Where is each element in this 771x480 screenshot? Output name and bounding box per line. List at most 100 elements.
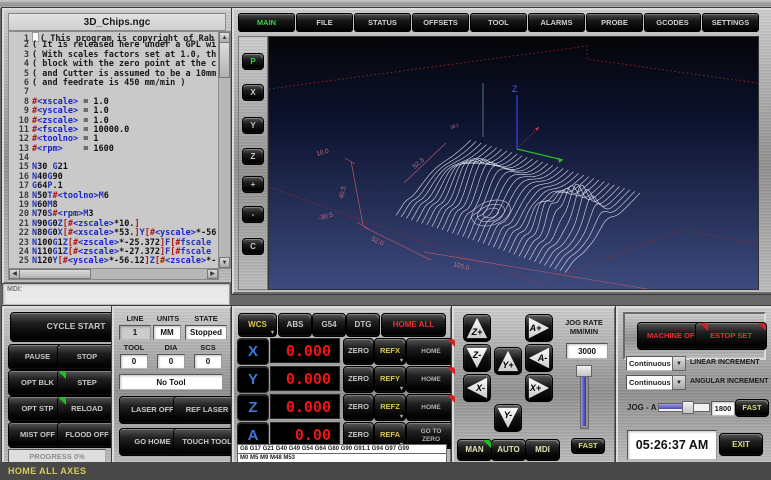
jog-y-minus-button[interactable]: Y- <box>494 404 522 432</box>
mode-man-button-label: MAN <box>465 445 483 454</box>
tab-offsets[interactable]: OFFSETS <box>412 13 469 32</box>
jog-fast-button[interactable]: FAST <box>571 438 605 454</box>
button-touch-tool[interactable]: TOUCH TOOL <box>173 428 241 456</box>
view-button-+[interactable]: + <box>242 176 264 193</box>
axis-button-y[interactable]: Y <box>237 366 269 393</box>
axis-button-z[interactable]: Z <box>237 394 269 421</box>
jog-a-minus-button[interactable]: A- <box>525 344 553 372</box>
fast-button[interactable]: FAST <box>735 399 769 417</box>
ref-x-button[interactable]: REFX▾ <box>374 338 406 365</box>
preview-panel: MAINFILESTATUSOFFSETSTOOLALARMSPROBEGCOD… <box>232 8 771 294</box>
jog-z-minusplus-button[interactable]: Z+ <box>463 314 491 342</box>
view-button-p[interactable]: P <box>242 53 264 70</box>
toolpath-preview[interactable]: 10.040.5-30.552.0105.052.338.1Z <box>268 36 759 290</box>
home-x-button-label: HOME <box>421 348 441 355</box>
gcode-editor[interactable]: 1( This program is copyright of Rab G2( … <box>8 31 219 269</box>
button-ref-laser-label: REF LASER <box>186 406 229 415</box>
zero-z-button[interactable]: ZERO <box>343 394 374 421</box>
tab-settings[interactable]: SETTINGS <box>702 13 759 32</box>
status-label-units: UNITS <box>154 314 182 322</box>
tab-status[interactable]: STATUS <box>354 13 411 32</box>
home-x-button[interactable]: HOME <box>406 338 456 365</box>
mode-man-button[interactable]: MAN <box>457 439 492 461</box>
tab-tool[interactable]: TOOL <box>470 13 527 32</box>
jog-a-slider-handle[interactable] <box>682 401 694 414</box>
home-z-button[interactable]: HOME <box>406 394 456 421</box>
dropdown-arrow-icon[interactable]: ▼ <box>672 375 686 390</box>
axis-button-x[interactable]: X <box>237 338 269 365</box>
zero-y-button-label: ZERO <box>348 375 369 384</box>
button-flood-off[interactable]: FLOOD OFF <box>57 422 117 448</box>
jog-x-minusplus-button[interactable]: X+ <box>525 374 553 402</box>
button-stop-label: STOP <box>77 353 97 362</box>
button-ref-laser[interactable]: REF LASER <box>173 396 241 424</box>
dro-header-g54[interactable]: G54 <box>312 313 346 337</box>
button-reload[interactable]: RELOAD <box>57 396 117 422</box>
code-line: 25N120Y[#<yscale>*-56.12]Z[#<zscale>*- <box>9 257 218 266</box>
jog-x-minus-button[interactable]: X- <box>463 374 491 402</box>
jog-a-input[interactable]: 1800 <box>711 401 735 416</box>
tab-probe[interactable]: PROBE <box>586 13 643 32</box>
code-line: 6( and feedrate is 450 mm/min ) <box>9 79 218 88</box>
dro-header-abs[interactable]: ABS <box>278 313 312 337</box>
view-button-c[interactable]: C <box>242 238 264 255</box>
dro-header-home-all[interactable]: HOME ALL <box>381 313 446 337</box>
zero-y-button[interactable]: ZERO <box>343 366 374 393</box>
angular-increment-select[interactable]: Continuous <box>626 375 676 390</box>
view-button-z[interactable]: Z <box>242 148 264 165</box>
view-button-y[interactable]: Y <box>242 117 264 134</box>
exit-button[interactable]: EXIT <box>719 433 763 456</box>
button-flood-off-label: FLOOD OFF <box>65 431 108 440</box>
dro-header-wcs[interactable]: WCS▾ <box>238 313 277 337</box>
ref-y-button[interactable]: REFY▾ <box>374 366 406 393</box>
editor-vscroll-thumb[interactable] <box>219 42 230 78</box>
jog-rate-input[interactable]: 3000 <box>566 343 608 359</box>
button-step[interactable]: STEP <box>57 370 117 396</box>
editor-vscrollbar[interactable]: ▲ ▼ <box>218 31 231 269</box>
jog-rate-slider-fill <box>581 376 586 426</box>
exit-button-label: EXIT <box>732 440 750 449</box>
view-button-+-label: + <box>251 180 256 189</box>
dro-value-x: 0.000 <box>270 338 340 363</box>
jog-rate-slider-handle[interactable] <box>576 365 592 377</box>
view-button-y-label: Y <box>250 121 255 130</box>
editor-hscrollbar[interactable]: ◀ ▶ <box>8 268 219 280</box>
dropdown-caret-icon: ▾ <box>400 358 403 364</box>
editor-hscroll-thumb[interactable] <box>19 269 91 279</box>
jog-a-label: JOG - A <box>627 403 657 411</box>
home-z-button-label: HOME <box>421 404 441 411</box>
button-stop[interactable]: STOP <box>57 344 117 370</box>
view-button-x[interactable]: X <box>242 84 264 101</box>
tool-name-display: No Tool <box>119 374 223 390</box>
mode-auto-button[interactable]: AUTO <box>491 439 526 461</box>
mdi-input[interactable]: MDI: <box>2 283 230 305</box>
button-opt-blk-label: OPT BLK <box>21 379 54 388</box>
tab-main[interactable]: MAIN <box>238 13 295 32</box>
button-touch-tool-label: TOUCH TOOL <box>182 438 231 447</box>
jog-a-minusplus-button[interactable]: A+ <box>525 314 553 342</box>
tab-gcodes[interactable]: GCODES <box>644 13 701 32</box>
jog-fast-button-label: FAST <box>578 442 597 451</box>
zero-x-button[interactable]: ZERO <box>343 338 374 365</box>
jog-z-minus-button[interactable]: Z- <box>463 344 491 372</box>
dro-header-g54-label: G54 <box>321 320 336 329</box>
home-y-button[interactable]: HOME <box>406 366 456 393</box>
view-button--[interactable]: - <box>242 206 264 223</box>
tab-alarms[interactable]: ALARMS <box>528 13 585 32</box>
linear-increment-select[interactable]: Continuous <box>626 356 676 371</box>
jog-y-minusplus-button[interactable]: Y+ <box>494 347 522 375</box>
angular-increment-label: ANGULAR INCREMENT <box>690 378 768 386</box>
mode-mdi-button[interactable]: MDI <box>525 439 560 461</box>
tab-file[interactable]: FILE <box>296 13 353 32</box>
dropdown-arrow-icon[interactable]: ▼ <box>672 356 686 371</box>
scroll-right-icon[interactable]: ▶ <box>207 269 218 279</box>
status-label-line: LINE <box>120 314 150 322</box>
view-button-strip: PX Y Z + - C <box>238 36 268 290</box>
dro-header-dtg[interactable]: DTG <box>346 313 380 337</box>
view-button-z-label: Z <box>251 152 256 161</box>
jog-a-slider-fill <box>659 404 683 409</box>
scroll-down-icon[interactable]: ▼ <box>219 257 230 268</box>
dropdown-caret-icon: ▾ <box>400 386 403 392</box>
ref-z-button[interactable]: REFZ▾ <box>374 394 406 421</box>
status-label-state: STATE <box>186 314 226 322</box>
